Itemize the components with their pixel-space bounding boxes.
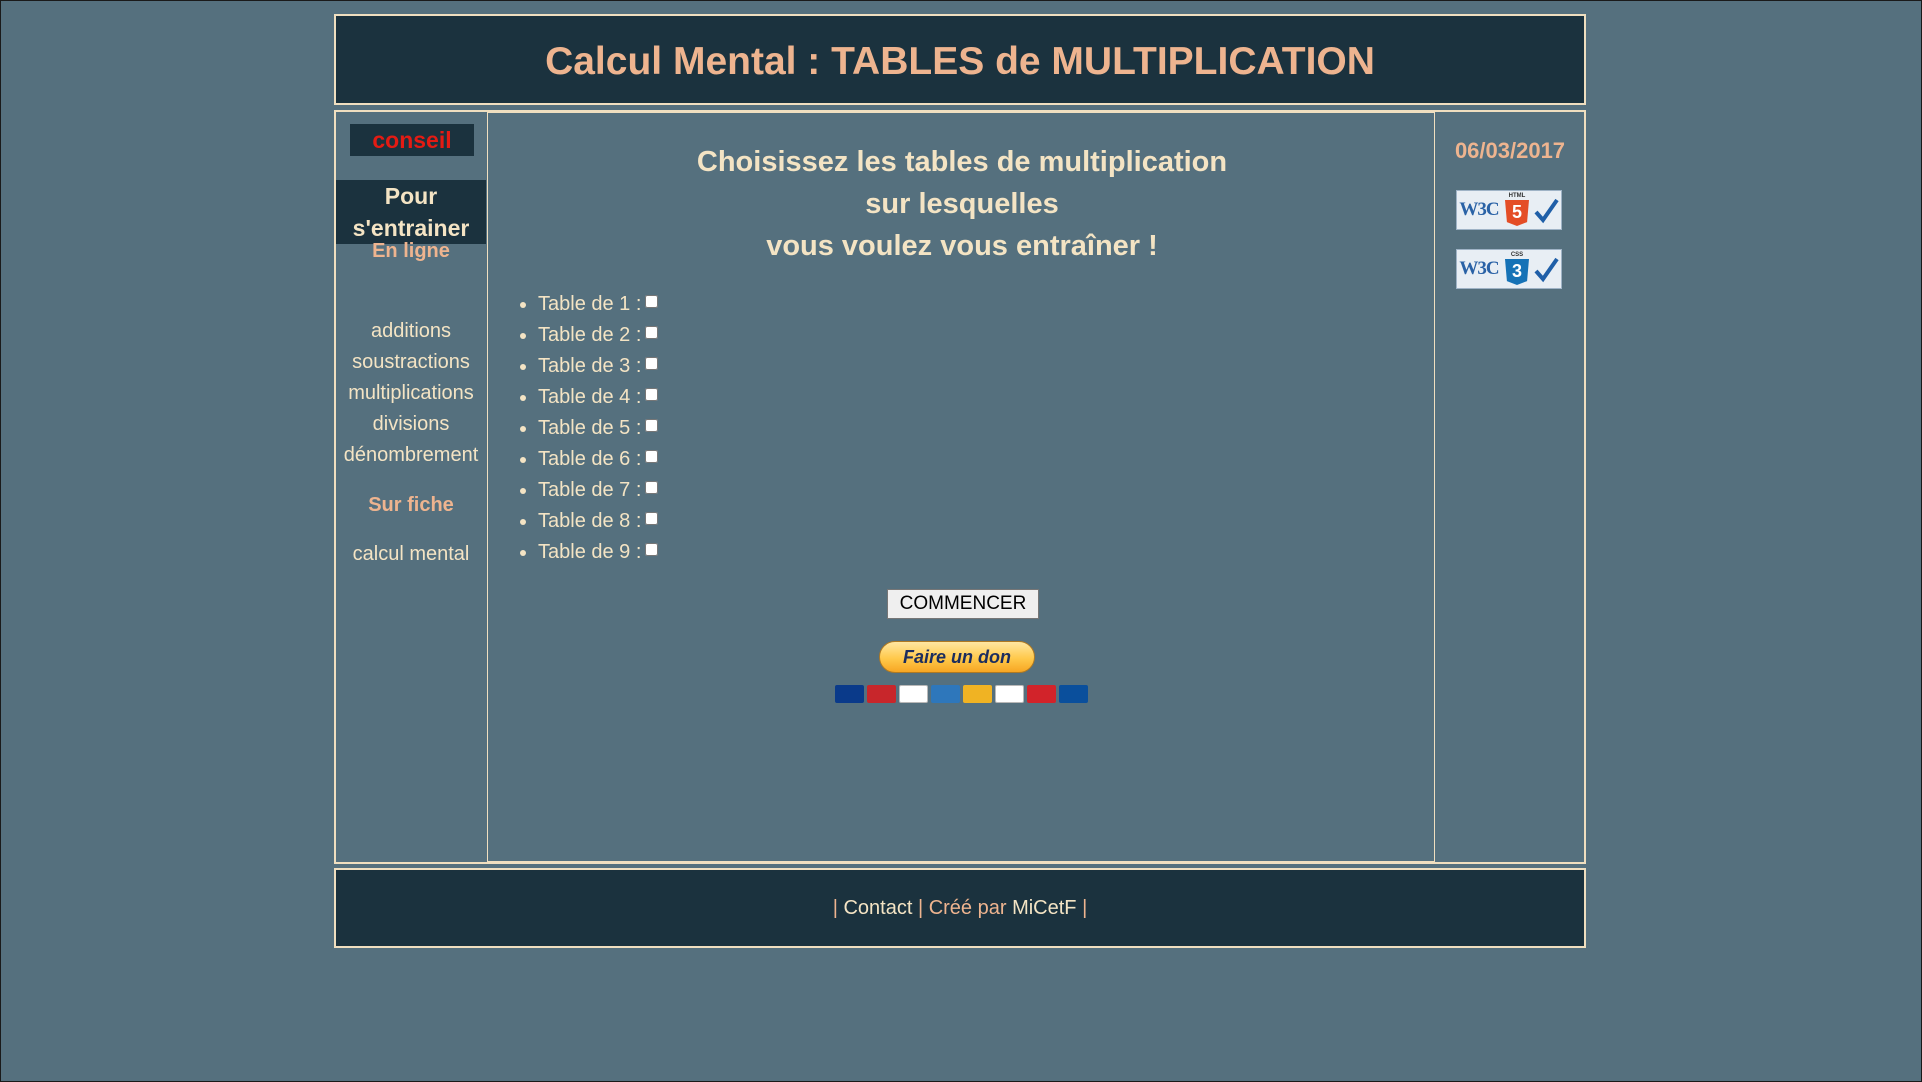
css3-shield-icon: CSS 3 [1503, 252, 1531, 285]
nav-link-denombrement[interactable]: dénombrement [336, 444, 486, 467]
payment-cards [835, 685, 1088, 703]
4etoiles-card-icon [1027, 685, 1056, 703]
amex-card-icon [931, 685, 960, 703]
site-header: Calcul Mental : TABLES de MULTIPLICATION [334, 14, 1586, 105]
table-label: Table de 5 : [538, 417, 642, 439]
tables-list: Table de 1 : Table de 2 : Table de 3 : T… [514, 289, 659, 568]
online-heading: En ligne [372, 240, 450, 262]
nav-link-divisions[interactable]: divisions [336, 413, 486, 436]
css3-number: 3 [1505, 259, 1529, 285]
cb-card-icon [1059, 685, 1088, 703]
visa-card-icon [899, 685, 928, 703]
content-title: Choisissez les tables de multiplication … [488, 141, 1436, 267]
table-label: Table de 2 : [538, 324, 642, 346]
table-1-checkbox[interactable] [645, 295, 659, 308]
table-item: Table de 7 : [538, 475, 659, 506]
main-frame: conseil Pour s'entrainer En ligne additi… [334, 110, 1586, 864]
footer-separator: | [832, 897, 844, 919]
page-title: Calcul Mental : TABLES de MULTIPLICATION [545, 40, 1375, 83]
w3c-logo-icon: W3C [1459, 258, 1499, 279]
aurore-card-icon [963, 685, 992, 703]
maestro-card-icon [835, 685, 864, 703]
check-icon [1534, 257, 1559, 283]
check-icon [1534, 198, 1559, 224]
table-label: Table de 6 : [538, 448, 642, 470]
w3c-html5-badge[interactable]: W3C HTML 5 [1456, 190, 1562, 230]
w3c-logo-icon: W3C [1459, 199, 1499, 220]
html5-shield-icon: HTML 5 [1503, 193, 1531, 226]
train-heading-line1: Pour [384, 183, 438, 209]
conseil-link[interactable]: conseil [350, 124, 474, 156]
table-2-checkbox[interactable] [645, 326, 659, 339]
html5-label: HTML [1508, 193, 1526, 199]
mastercard-card-icon [867, 685, 896, 703]
table-label: Table de 8 : [538, 510, 642, 532]
start-button[interactable]: COMMENCER [887, 589, 1039, 619]
table-item: Table de 1 : [538, 289, 659, 320]
site-footer: | Contact | Créé par MiCetF | [334, 868, 1586, 948]
date-label: 06/03/2017 [1454, 138, 1566, 163]
footer-separator: | [1076, 897, 1088, 919]
sheet-heading: Sur fiche [368, 494, 454, 516]
table-label: Table de 9 : [538, 541, 642, 563]
table-item: Table de 4 : [538, 382, 659, 413]
content-panel: Choisissez les tables de multiplication … [487, 112, 1435, 862]
table-label: Table de 1 : [538, 293, 642, 315]
table-7-checkbox[interactable] [645, 481, 659, 494]
table-4-checkbox[interactable] [645, 388, 659, 401]
html5-number: 5 [1505, 200, 1529, 226]
right-sidebar: 06/03/2017 W3C HTML 5 W3C CSS 3 [1436, 112, 1584, 862]
table-item: Table de 9 : [538, 537, 659, 568]
train-heading: Pour s'entrainer [336, 180, 486, 244]
table-3-checkbox[interactable] [645, 357, 659, 370]
nav-link-additions[interactable]: additions [336, 320, 486, 343]
footer-created-by: | Créé par [912, 897, 1013, 919]
table-5-checkbox[interactable] [645, 419, 659, 432]
table-label: Table de 7 : [538, 479, 642, 501]
nav-link-multiplications[interactable]: multiplications [336, 382, 486, 405]
donate-button[interactable]: Faire un don [879, 641, 1035, 673]
cofinoga-card-icon [995, 685, 1024, 703]
nav-link-calcul-mental[interactable]: calcul mental [336, 543, 486, 566]
left-sidebar: conseil Pour s'entrainer En ligne additi… [336, 112, 486, 862]
table-item: Table de 6 : [538, 444, 659, 475]
contact-link[interactable]: Contact [843, 897, 912, 919]
table-label: Table de 4 : [538, 386, 642, 408]
w3c-css3-badge[interactable]: W3C CSS 3 [1456, 249, 1562, 289]
table-item: Table de 5 : [538, 413, 659, 444]
table-9-checkbox[interactable] [645, 543, 659, 556]
content-title-line2: sur lesquelles [865, 188, 1059, 220]
table-label: Table de 3 : [538, 355, 642, 377]
table-item: Table de 2 : [538, 320, 659, 351]
content-title-line1: Choisissez les tables de multiplication [696, 146, 1228, 178]
css3-label: CSS [1510, 252, 1524, 258]
table-8-checkbox[interactable] [645, 512, 659, 525]
author-link[interactable]: MiCetF [1012, 897, 1076, 919]
nav-link-soustractions[interactable]: soustractions [336, 351, 486, 374]
content-title-line3: vous voulez vous entraîner ! [766, 230, 1158, 262]
table-6-checkbox[interactable] [645, 450, 659, 463]
table-item: Table de 3 : [538, 351, 659, 382]
table-item: Table de 8 : [538, 506, 659, 537]
